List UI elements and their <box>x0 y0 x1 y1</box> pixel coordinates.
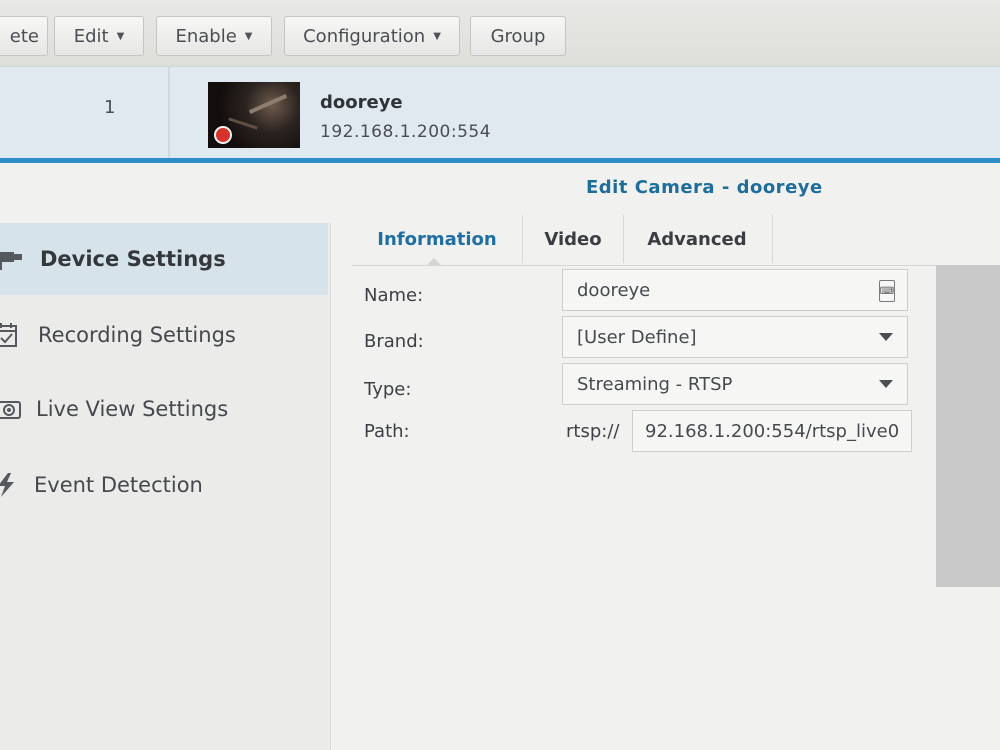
group-button[interactable]: Group <box>470 16 566 56</box>
edit-menu-button[interactable]: Edit ▼ <box>54 16 144 56</box>
column-divider <box>168 67 170 163</box>
camera-thumbnail[interactable] <box>208 82 300 148</box>
name-field-value: dooreye <box>577 279 651 301</box>
nav-item-live-view-settings[interactable]: Live View Settings <box>0 373 328 445</box>
camera-name: dooreye <box>320 92 403 113</box>
caret-down-icon: ▼ <box>244 30 253 42</box>
camera-list-row[interactable]: 1 <box>0 66 1000 163</box>
side-panel <box>936 265 1000 587</box>
path-input-value: 92.168.1.200:554/rtsp_live0 <box>645 420 900 442</box>
path-prefix: rtsp:// <box>566 421 620 442</box>
type-select-value: Streaming - RTSP <box>577 373 733 395</box>
toolbar: ete Edit ▼ Enable ▼ Configuration ▼ Grou… <box>0 0 1000 66</box>
dropdown-arrow-icon <box>879 380 893 388</box>
tab-video[interactable]: Video <box>522 215 624 263</box>
camera-index: 1 <box>104 97 116 118</box>
delete-button[interactable]: ete <box>0 16 48 56</box>
nav-item-event-detection[interactable]: Event Detection <box>0 449 328 521</box>
brand-label: Brand: <box>364 331 424 352</box>
nav-label-recording-settings: Recording Settings <box>38 323 236 347</box>
configuration-menu-button[interactable]: Configuration ▼ <box>284 16 460 56</box>
nav-label-live-view-settings: Live View Settings <box>36 397 229 421</box>
nav-item-recording-settings[interactable]: Recording Settings <box>0 299 328 371</box>
brand-select-value: [User Define] <box>577 326 697 348</box>
settings-nav: Device Settings Recording Settings Live … <box>0 223 331 750</box>
tab-advanced[interactable]: Advanced <box>622 215 773 263</box>
thumbnail-detail <box>248 94 288 114</box>
nav-label-device-settings: Device Settings <box>40 247 226 271</box>
edit-button-label: Edit <box>73 25 109 47</box>
name-label: Name: <box>364 285 424 306</box>
caret-down-icon: ▼ <box>433 30 441 42</box>
nav-label-event-detection: Event Detection <box>34 473 203 497</box>
calendar-check-icon <box>0 323 17 347</box>
dialog-tabs: Information Video Advanced <box>352 205 1000 266</box>
delete-button-label: ete <box>9 25 39 47</box>
name-field[interactable]: dooreye ⌨ <box>562 269 908 311</box>
enable-button-label: Enable <box>175 25 237 47</box>
group-button-label: Group <box>490 25 546 47</box>
camera-address: 192.168.1.200:554 <box>320 122 492 142</box>
path-label: Path: <box>364 421 410 442</box>
input-keyboard-icon[interactable]: ⌨ <box>879 280 895 302</box>
type-select[interactable]: Streaming - RTSP <box>562 363 908 405</box>
device-camera-icon <box>0 252 22 270</box>
configuration-button-label: Configuration <box>303 25 426 47</box>
brand-select[interactable]: [User Define] <box>562 316 908 358</box>
live-view-camera-icon <box>0 401 21 419</box>
tab-information[interactable]: Information <box>352 215 522 263</box>
nav-item-device-settings[interactable]: Device Settings <box>0 223 328 295</box>
active-tab-indicator <box>426 258 442 266</box>
enable-menu-button[interactable]: Enable ▼ <box>156 16 272 56</box>
path-input[interactable]: 92.168.1.200:554/rtsp_live0 <box>632 410 912 452</box>
edit-camera-dialog: Edit Camera - dooreye Device Settings Re… <box>0 163 1000 750</box>
thumbnail-detail <box>228 117 258 130</box>
dialog-title: Edit Camera - dooreye <box>586 177 823 198</box>
type-label: Type: <box>364 379 412 400</box>
dropdown-arrow-icon <box>879 333 893 341</box>
caret-down-icon: ▼ <box>116 30 125 42</box>
recording-indicator-icon <box>214 126 232 144</box>
lightning-icon <box>0 473 14 497</box>
